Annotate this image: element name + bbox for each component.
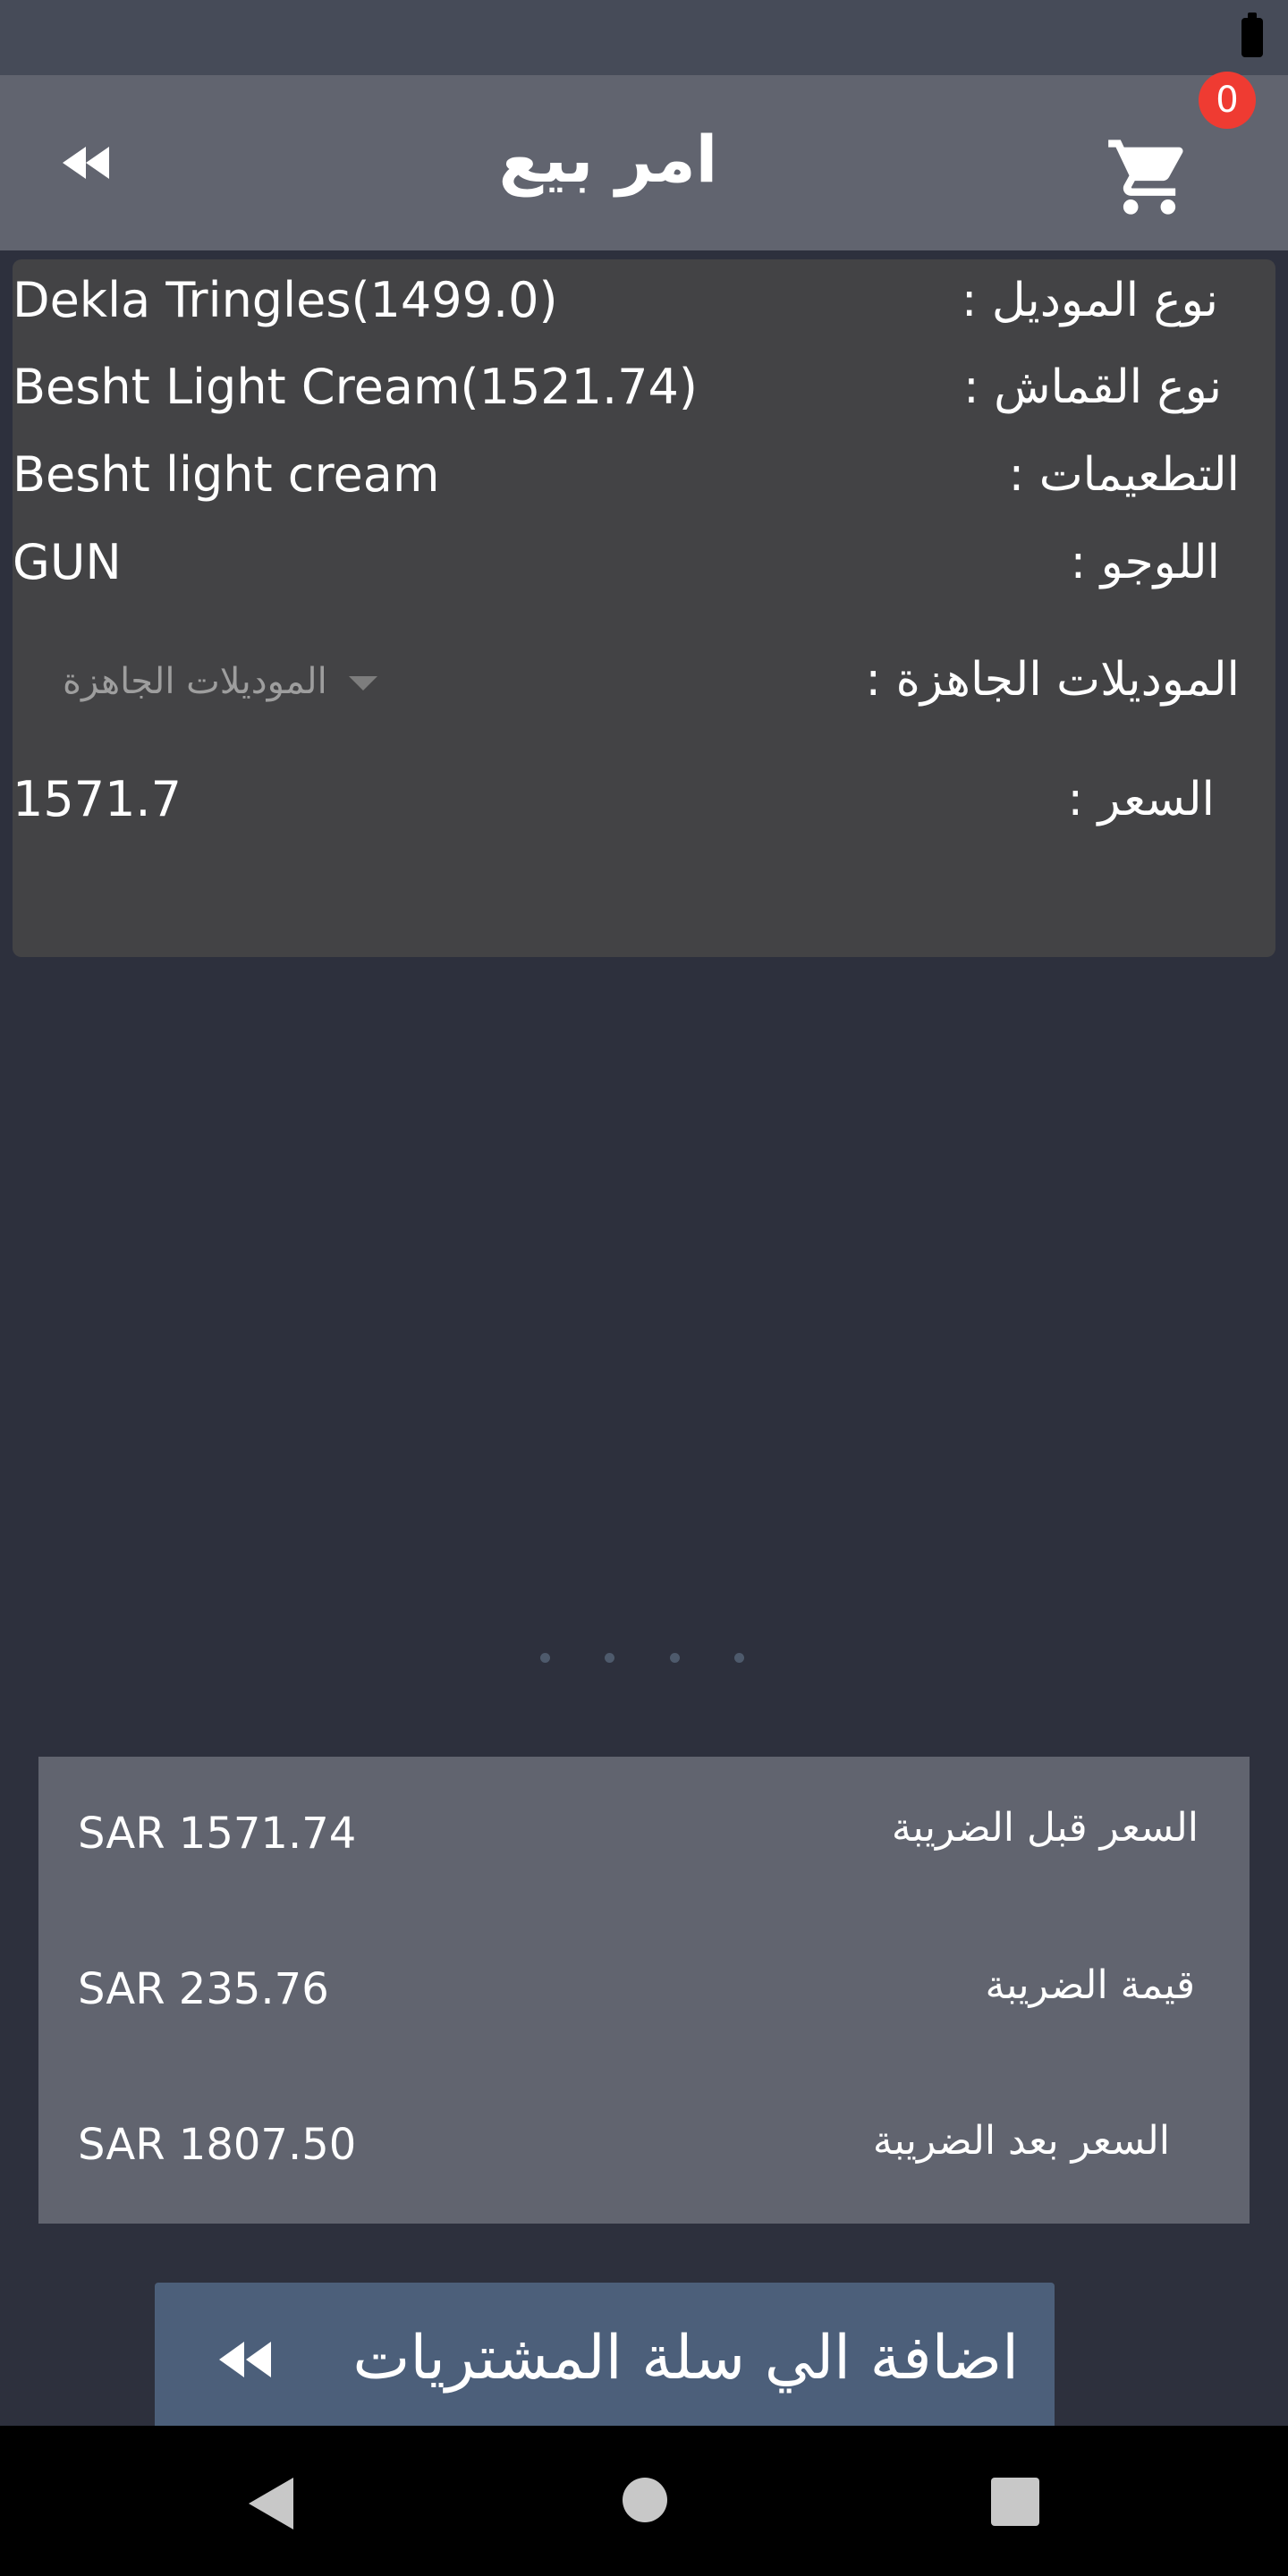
double-chevron-left-icon <box>219 2342 271 2377</box>
page-indicator-dot[interactable] <box>670 1653 680 1663</box>
price-after-tax-label: السعر بعد الضريبة <box>872 2118 1170 2164</box>
page-indicator-dot[interactable] <box>540 1653 550 1663</box>
nav-recents-button[interactable] <box>991 2478 1039 2526</box>
nav-back-button[interactable] <box>242 2472 304 2535</box>
page-indicator-dot[interactable] <box>605 1653 614 1663</box>
price-label: السعر : <box>1067 773 1215 826</box>
logo-label: اللوجو : <box>1070 536 1220 589</box>
fabric-type-label: نوع القماش : <box>963 360 1222 414</box>
logo-value: GUN <box>13 534 122 590</box>
embellishments-label: التطعيمات : <box>1008 448 1240 502</box>
model-type-label: نوع الموديل : <box>961 274 1218 327</box>
add-to-cart-button[interactable]: اضافة الي سلة المشتريات <box>155 2283 1055 2435</box>
fabric-type-value: Besht Light Cream(1521.74) <box>13 359 698 415</box>
cart-count-badge: 0 <box>1199 72 1256 129</box>
ready-models-dropdown[interactable]: الموديلات الجاهزة <box>54 646 394 717</box>
page-indicator-dot[interactable] <box>734 1653 744 1663</box>
cart-button[interactable] <box>1105 132 1194 222</box>
price-after-tax-value: SAR 1807.50 <box>78 2120 357 2170</box>
price-before-tax-label: السعر قبل الضريبة <box>891 1805 1199 1851</box>
back-button[interactable] <box>54 127 125 199</box>
price-value: 1571.7 <box>13 771 182 827</box>
status-bar <box>0 0 1288 75</box>
battery-icon <box>1241 13 1263 57</box>
tax-value: SAR 235.76 <box>78 1964 329 2014</box>
tax-label: قيمة الضريبة <box>985 1962 1195 2008</box>
price-before-tax-value: SAR 1571.74 <box>78 1809 357 1859</box>
model-type-value: Dekla Tringles(1499.0) <box>13 272 558 328</box>
back-triangle-icon <box>249 2478 293 2529</box>
page-title: امر بيع <box>498 122 718 197</box>
dropdown-caret-icon <box>349 676 377 691</box>
ready-models-placeholder: الموديلات الجاهزة <box>63 661 327 702</box>
double-chevron-left-icon <box>63 147 109 179</box>
ready-models-label: الموديلات الجاهزة : <box>865 653 1240 707</box>
add-to-cart-label: اضافة الي سلة المشتريات <box>352 2323 1019 2394</box>
nav-home-button[interactable] <box>623 2478 667 2522</box>
embellishments-value: Besht light cream <box>13 446 440 503</box>
shopping-cart-icon <box>1108 140 1183 215</box>
